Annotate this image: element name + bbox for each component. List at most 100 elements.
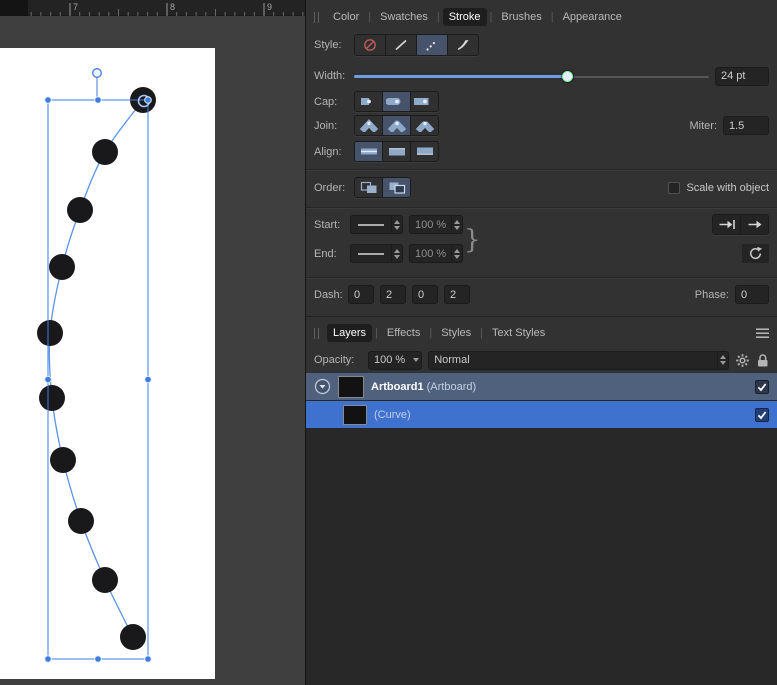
align-center-button[interactable] xyxy=(355,142,382,161)
refresh-icon xyxy=(749,246,762,260)
align-buttons xyxy=(354,141,439,162)
cap-buttons xyxy=(354,91,439,112)
stepper[interactable] xyxy=(451,216,462,233)
square-cap-icon xyxy=(413,98,428,105)
cap-butt-button[interactable] xyxy=(355,92,382,111)
align-inside-button[interactable] xyxy=(383,142,410,161)
cap-square-button[interactable] xyxy=(411,92,438,111)
right-panel-stack: Color | Swatches | Stroke | Brushes | Appearance… xyxy=(305,0,777,685)
solid-line-icon xyxy=(395,39,407,51)
width-value-field[interactable]: 24 pt xyxy=(715,66,769,86)
order-behind-button[interactable] xyxy=(383,178,410,197)
join-miter-button[interactable] xyxy=(355,116,382,135)
cap-round-button[interactable] xyxy=(383,92,410,111)
tab-color[interactable]: Color xyxy=(327,8,365,26)
style-dashed-button[interactable] xyxy=(417,35,447,55)
dash-field-2[interactable]: 2 xyxy=(380,285,406,304)
dash-field-1[interactable]: 0 xyxy=(348,285,374,304)
tab-appearance[interactable]: Appearance xyxy=(557,8,628,26)
join-label: Join: xyxy=(314,119,338,132)
start-pressure-dropdown[interactable]: 100 % xyxy=(409,215,464,234)
arrow-to-bar-button[interactable] xyxy=(713,215,740,234)
phase-field[interactable]: 0 xyxy=(735,285,769,304)
layer-visibility-checkbox[interactable] xyxy=(755,407,769,422)
affinity-window: 789 Color | Swatches | Stroke | Brushes | Appear… xyxy=(0,0,777,685)
opacity-dropdown[interactable]: 100 % xyxy=(368,350,423,370)
blend-mode-dropdown[interactable]: Normal xyxy=(428,350,729,370)
style-solid-button[interactable] xyxy=(386,35,416,55)
join-bevel-button[interactable] xyxy=(411,116,438,135)
disclosure-triangle-icon[interactable] xyxy=(314,378,331,395)
miter-field[interactable]: 1.5 xyxy=(723,116,769,135)
stepper[interactable] xyxy=(451,245,462,262)
layers-panel: Layers | Effects | Styles | Text Styles Opacit… xyxy=(306,316,777,685)
sync-button[interactable] xyxy=(742,244,769,263)
stepper[interactable] xyxy=(391,216,402,233)
style-none-button[interactable] xyxy=(355,35,385,55)
align-outside-button[interactable] xyxy=(411,142,438,161)
stepper[interactable] xyxy=(391,245,402,262)
layer-type: (Curve) xyxy=(374,408,411,421)
check-icon xyxy=(757,382,767,391)
style-brush-button[interactable] xyxy=(448,35,478,55)
start-row: Start: 100 % xyxy=(306,214,777,235)
arrow-button[interactable] xyxy=(741,215,768,234)
end-label: End: xyxy=(314,247,337,260)
join-buttons xyxy=(354,115,439,136)
lock-icon xyxy=(758,353,768,366)
dash-row: Dash: 0 2 0 2 Phase: 0 xyxy=(306,285,777,304)
pasteboard[interactable] xyxy=(0,16,305,685)
opacity-row: Opacity: 100 % Normal xyxy=(306,348,777,372)
svg-text:8: 8 xyxy=(170,2,175,12)
order-buttons xyxy=(354,177,411,198)
panel-drag-grip-icon[interactable] xyxy=(314,327,319,339)
end-line-style-dropdown[interactable] xyxy=(350,244,403,263)
stroke-panel: Color | Swatches | Stroke | Brushes | Appearance… xyxy=(306,0,777,316)
width-slider[interactable] xyxy=(354,67,709,86)
document-canvas[interactable] xyxy=(0,16,305,685)
dash-field-4[interactable]: 2 xyxy=(444,285,470,304)
tab-brushes[interactable]: Brushes xyxy=(495,8,547,26)
join-round-button[interactable] xyxy=(383,116,410,135)
dash-field-3[interactable]: 0 xyxy=(412,285,438,304)
scale-with-object-checkbox[interactable] xyxy=(668,181,681,194)
layer-row-curve[interactable]: (Curve) xyxy=(306,401,777,428)
tab-effects[interactable]: Effects xyxy=(381,324,426,342)
tab-styles[interactable]: Styles xyxy=(435,324,477,342)
tab-layers[interactable]: Layers xyxy=(327,324,373,342)
tab-separator: | xyxy=(368,11,372,23)
layer-thumbnail[interactable] xyxy=(343,404,367,425)
round-join-icon xyxy=(387,120,406,132)
panel-menu-button[interactable] xyxy=(756,328,769,339)
align-inside-icon xyxy=(388,148,405,156)
tab-swatches[interactable]: Swatches xyxy=(374,8,434,26)
no-stroke-icon xyxy=(364,39,376,51)
end-pressure-dropdown[interactable]: 100 % xyxy=(409,244,464,263)
panel-drag-grip-icon[interactable] xyxy=(314,11,319,23)
stepper[interactable] xyxy=(717,351,728,369)
opacity-label: Opacity: xyxy=(314,354,355,366)
tab-text-styles[interactable]: Text Styles xyxy=(486,324,551,342)
align-label: Align: xyxy=(314,145,342,158)
order-front-button[interactable] xyxy=(355,178,382,197)
start-line-style-dropdown[interactable] xyxy=(350,215,403,234)
line-preview-icon xyxy=(351,216,391,233)
layer-row-artboard[interactable]: Artboard1 (Artboard) xyxy=(306,373,777,400)
layer-thumbnail[interactable] xyxy=(338,375,364,398)
check-icon xyxy=(757,410,767,419)
dropdown-arrow xyxy=(410,352,421,369)
tab-stroke[interactable]: Stroke xyxy=(442,8,487,26)
layer-settings-button[interactable] xyxy=(735,353,750,368)
lock-button[interactable] xyxy=(756,353,769,368)
divider xyxy=(306,277,777,278)
layers-panel-tabbar: Layers | Effects | Styles | Text Styles xyxy=(306,322,777,344)
bevel-join-icon xyxy=(415,121,434,132)
dash-label: Dash: xyxy=(314,288,343,301)
canvas-pane: 7 8 9 xyxy=(0,0,305,685)
stroke-style-buttons xyxy=(354,34,479,56)
arrow-right-icon xyxy=(748,220,761,229)
style-label: Style: xyxy=(314,39,342,51)
slider-thumb[interactable] xyxy=(562,70,573,82)
layer-type: (Artboard) xyxy=(426,380,477,393)
layer-visibility-checkbox[interactable] xyxy=(755,379,769,394)
